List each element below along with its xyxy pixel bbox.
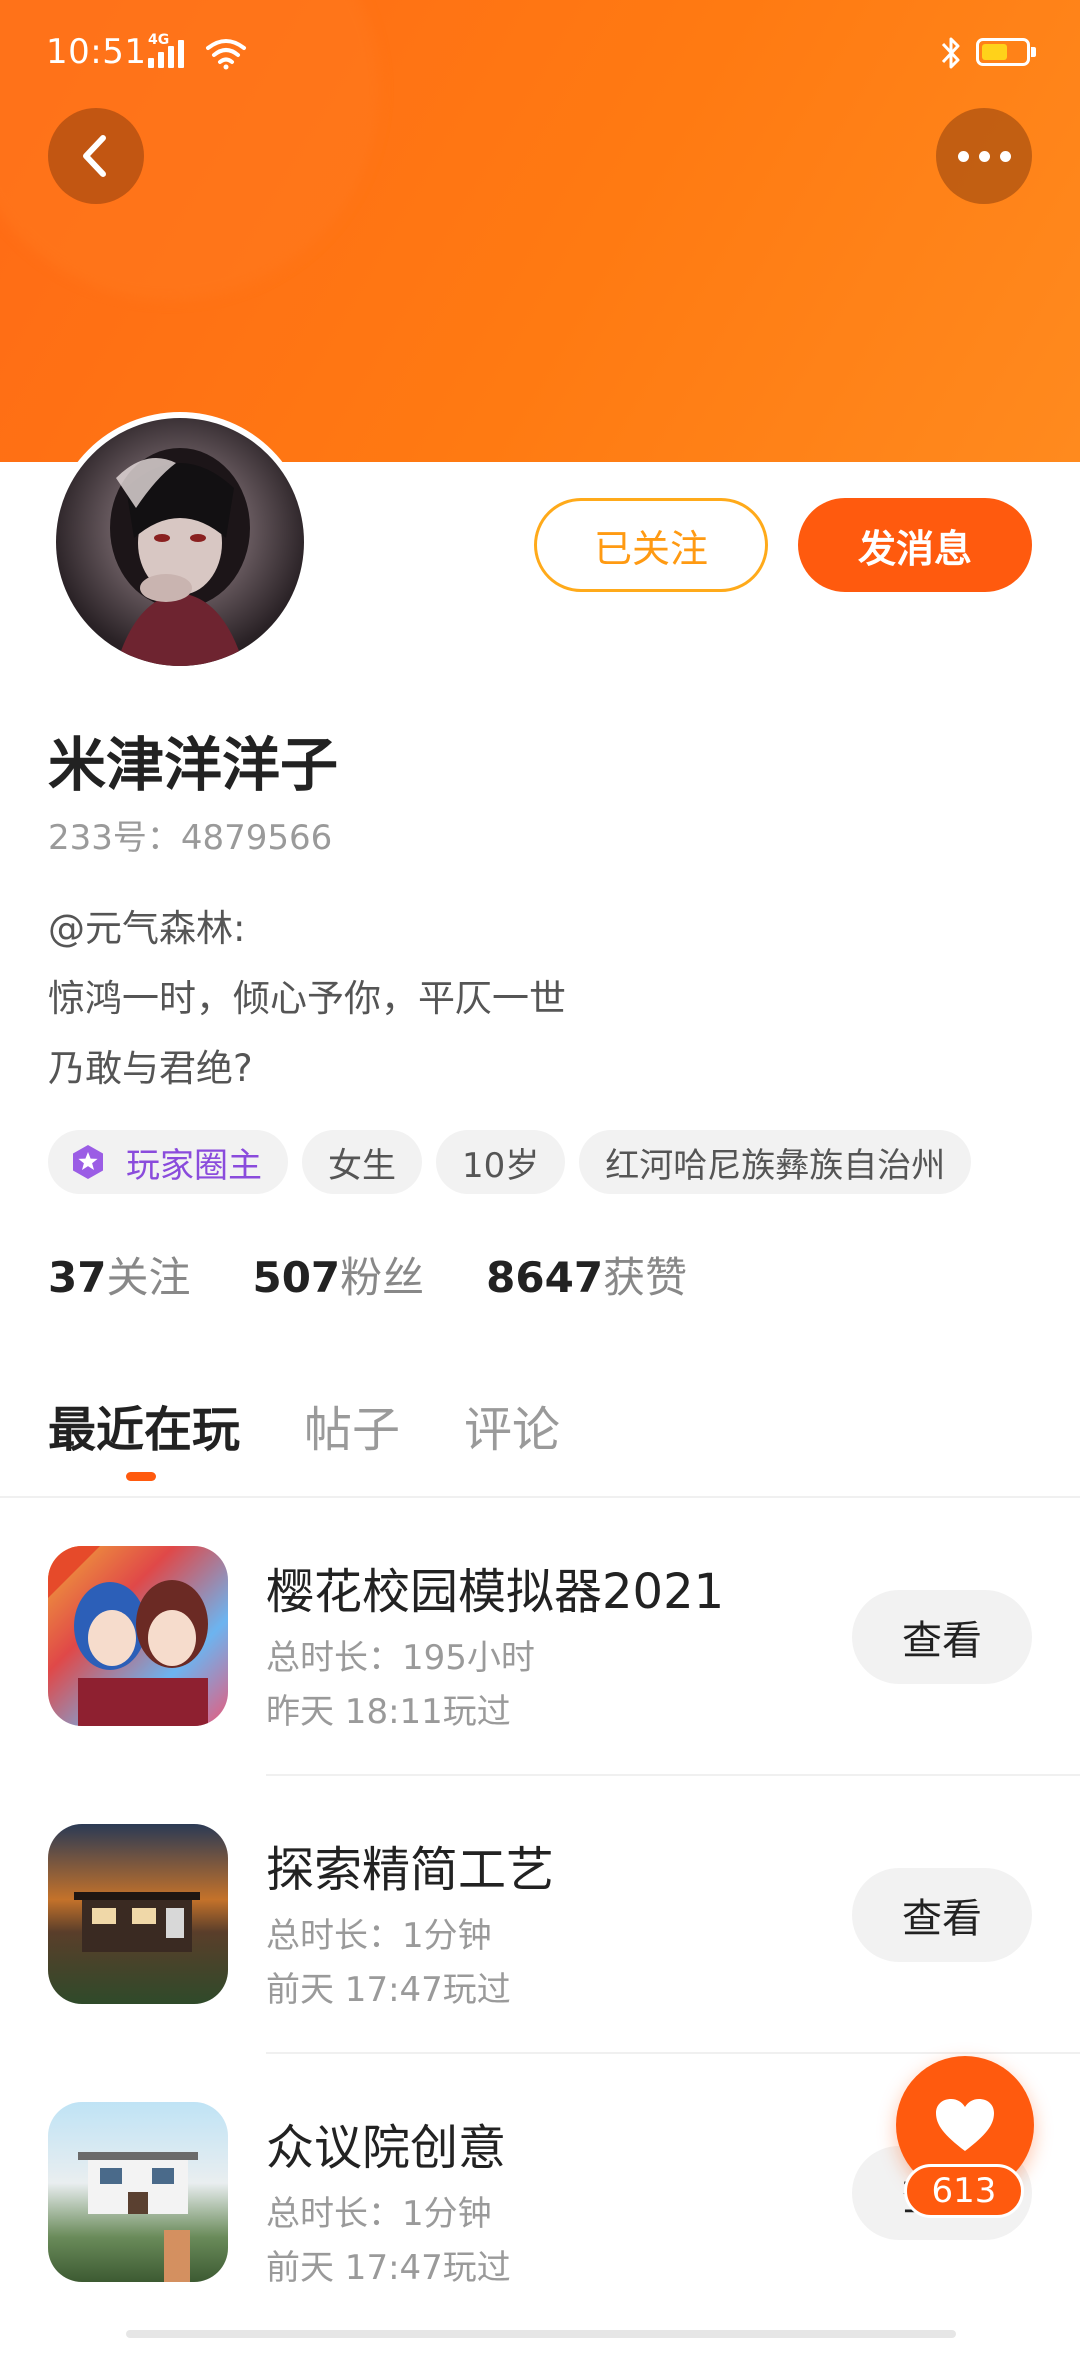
status-time: 10:51	[46, 32, 147, 72]
send-message-button[interactable]: 发消息	[798, 498, 1032, 592]
star-badge-icon	[73, 1145, 103, 1179]
view-game-button[interactable]: 查看	[852, 1590, 1032, 1684]
fans-count: 507	[252, 1253, 341, 1302]
avatar-image	[56, 418, 304, 666]
user-bio: @元气森林: 惊鸿一时，倾心予你，平仄一世 乃敢与君绝?	[48, 894, 566, 1104]
following-stat[interactable]: 37关注	[48, 1244, 190, 1305]
game-title: 众议院创意	[266, 2120, 507, 2176]
game-duration: 总时长：1分钟	[266, 2194, 492, 2234]
list-item[interactable]: 樱花校园模拟器2021 总时长：195小时 昨天 18:11玩过 查看	[0, 1546, 1080, 1824]
username: 米津洋洋子	[48, 731, 339, 799]
list-divider	[266, 1774, 1080, 1776]
followed-button[interactable]: 已关注	[534, 498, 768, 592]
profile-tags: 玩家圈主 女生 10岁 红河哈尼族彝族自治州	[48, 1130, 972, 1194]
bio-line: 乃敢与君绝?	[48, 1047, 253, 1090]
following-count: 37	[48, 1253, 107, 1302]
likes-stat: 8647获赞	[486, 1244, 687, 1305]
user-id: 233号：4879566	[48, 818, 333, 858]
battery-fill	[982, 44, 1008, 60]
game-last-played: 昨天 18:11玩过	[266, 1692, 511, 1732]
game-duration: 总时长：1分钟	[266, 1916, 492, 1956]
tab-posts[interactable]: 帖子	[304, 1390, 400, 1460]
heart-icon	[936, 2099, 994, 2151]
battery-icon	[976, 38, 1036, 66]
view-game-button[interactable]: 查看	[852, 1868, 1032, 1962]
game-last-played: 前天 17:47玩过	[266, 2248, 511, 2288]
game-title: 探索精简工艺	[266, 1842, 555, 1898]
tag-location: 红河哈尼族彝族自治州	[579, 1130, 972, 1194]
tab-comments[interactable]: 评论	[464, 1390, 560, 1460]
profile-stats: 37关注 507粉丝 8647获赞	[48, 1244, 749, 1305]
chevron-left-icon	[83, 135, 106, 177]
tag-player-circle-owner[interactable]: 玩家圈主	[48, 1130, 288, 1194]
cellular-signal-icon: 4G	[148, 32, 184, 68]
game-title: 樱花校园模拟器2021	[266, 1564, 725, 1620]
tag-label: 玩家圈主	[126, 1145, 262, 1186]
back-button[interactable]	[48, 108, 144, 204]
game-icon	[48, 1824, 228, 2004]
bio-line: 惊鸿一时，倾心予你，平仄一世	[48, 977, 566, 1020]
list-divider	[266, 2052, 1080, 2054]
likes-label: 获赞	[603, 1253, 688, 1302]
fans-label: 粉丝	[340, 1253, 425, 1302]
scroll-indicator	[126, 2330, 956, 2338]
more-options-button[interactable]	[936, 108, 1032, 204]
more-horizontal-icon	[957, 150, 1011, 162]
game-icon	[48, 2102, 228, 2282]
network-type: 4G	[148, 32, 170, 48]
profile-tabs: 最近在玩 帖子 评论	[48, 1390, 560, 1481]
game-last-played: 前天 17:47玩过	[266, 1970, 511, 2010]
avatar[interactable]	[50, 412, 310, 672]
game-duration: 总时长：195小时	[266, 1638, 535, 1678]
list-item[interactable]: 探索精简工艺 总时长：1分钟 前天 17:47玩过 查看	[0, 1824, 1080, 2102]
bio-line: @元气森林:	[48, 907, 246, 950]
bluetooth-icon	[941, 37, 960, 69]
status-bar: 10:51 4G	[0, 0, 1080, 100]
wifi-icon	[206, 39, 246, 70]
fans-stat[interactable]: 507粉丝	[252, 1244, 424, 1305]
like-count-badge: 613	[904, 2164, 1024, 2218]
following-label: 关注	[106, 1253, 191, 1302]
tabs-divider	[0, 1496, 1080, 1498]
tag-age: 10岁	[436, 1130, 566, 1194]
game-icon	[48, 1546, 228, 1726]
likes-count: 8647	[486, 1253, 604, 1302]
tab-recently-played[interactable]: 最近在玩	[48, 1390, 240, 1481]
tag-gender: 女生	[302, 1130, 422, 1194]
